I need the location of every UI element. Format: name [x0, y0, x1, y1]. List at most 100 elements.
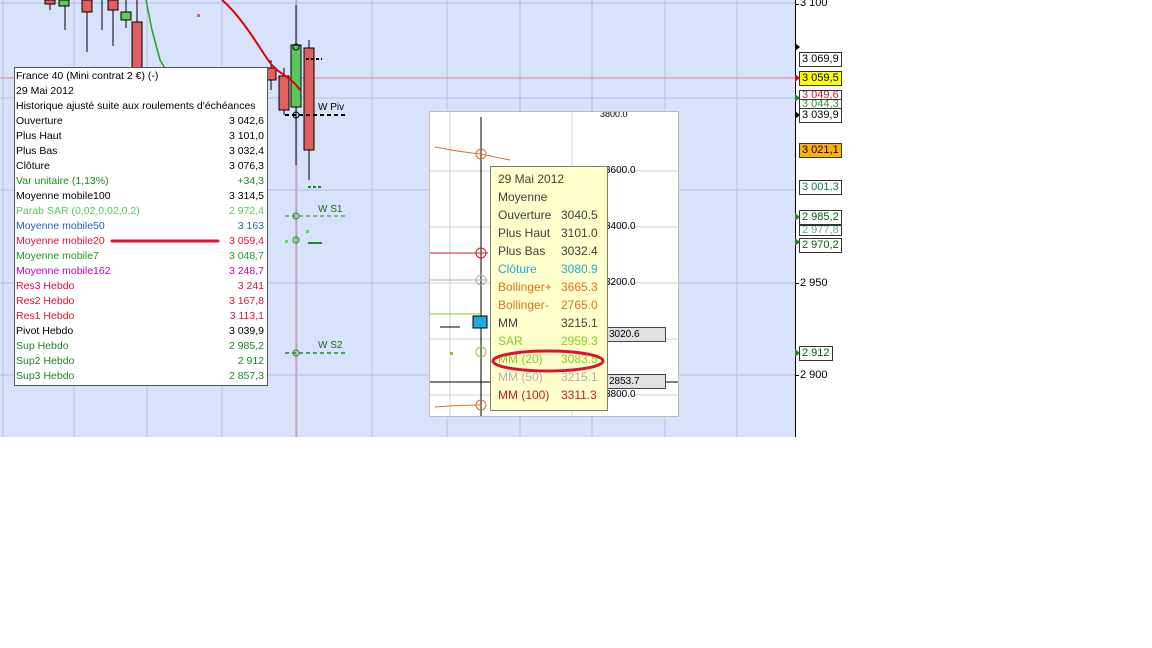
info-row-label: Res1 Hebdo	[16, 310, 75, 322]
tooltip-date: 29 Mai 2012	[498, 172, 565, 186]
price-tag: 3 059,5	[799, 71, 842, 86]
inset-tick-top: 3800.0	[600, 111, 628, 119]
tick-mark	[795, 283, 799, 284]
tooltip-row-value: 3665.3	[561, 280, 598, 294]
tooltip-row-label: MM	[498, 316, 518, 330]
info-row: Moyenne mobile100 3 314,5	[16, 189, 264, 204]
tooltip-row: MM 3215.1	[498, 314, 603, 332]
info-row-label: Res3 Hebdo	[16, 280, 75, 292]
info-row: Sup3 Hebdo 2 857,3	[16, 369, 264, 384]
info-row-value: 3 248,7	[228, 265, 264, 277]
tick-mark	[795, 4, 799, 5]
tooltip-row: Ouverture 3040.5	[498, 206, 603, 224]
price-tag: 2 977,8	[799, 225, 842, 236]
info-panel: France 40 (Mini contrat 2 €) (-) 29 Mai …	[14, 67, 268, 386]
info-row: Res3 Hebdo 3 241	[16, 279, 264, 294]
tooltip-row-label: Bollinger-	[498, 298, 549, 312]
tooltip-row-value: 3215.1	[561, 316, 598, 330]
red-circle-mark	[491, 349, 605, 373]
info-date: 29 Mai 2012	[16, 85, 74, 97]
tooltip-row-label: Ouverture	[498, 208, 552, 222]
tooltip-row-value: 3032.4	[561, 244, 598, 258]
info-row-value: 3 059,4	[228, 235, 264, 247]
label-wpiv: W Piv	[318, 102, 345, 113]
info-row-value: 2 985,2	[228, 340, 264, 352]
info-row-label: Moyenne mobile162	[16, 265, 111, 277]
tick-label: 2 950	[800, 277, 828, 289]
history-note: Historique ajusté suite aux roulements d…	[16, 100, 256, 112]
tooltip-row-value: 3080.9	[561, 262, 598, 276]
info-row: Sup2 Hebdo 2 912	[16, 354, 264, 369]
info-row-value: 3 076,3	[228, 160, 264, 172]
info-row: Moyenne mobile50 3 163	[16, 219, 264, 234]
info-row-label: Moyenne mobile7	[16, 250, 99, 262]
info-row: Moyenne mobile162 3 248,7	[16, 264, 264, 279]
info-row: Plus Haut 3 101,0	[16, 129, 264, 144]
inset-tick: 3400.0	[605, 221, 636, 232]
info-row-value: 2 857,3	[228, 370, 264, 382]
info-row: Res1 Hebdo 3 113,1	[16, 309, 264, 324]
info-row-value: 3 048,7	[228, 250, 264, 262]
info-row-label: Sup3 Hebdo	[16, 370, 75, 382]
inset-price-box: 3020.6	[605, 327, 666, 342]
info-row-value: 3 039,9	[228, 325, 264, 337]
info-row-label: Parab SAR (0,02,0,02,0,2)	[16, 205, 140, 217]
info-row-label: Plus Haut	[16, 130, 62, 142]
tooltip-row: Bollinger+ 3665.3	[498, 278, 603, 296]
info-row: Var unitaire (1,13%) +34,3	[16, 174, 264, 189]
info-row: Clôture 3 076,3	[16, 159, 264, 174]
tooltip-row-label: Plus Bas	[498, 244, 546, 258]
tooltip-row-value: 2765.0	[561, 298, 598, 312]
info-row: Moyenne mobile7 3 048,7	[16, 249, 264, 264]
tooltip-row: Plus Bas 3032.4	[498, 242, 603, 260]
price-tag: 2 985,2	[799, 210, 842, 225]
price-tag: 3 001,3	[799, 180, 842, 195]
info-row-value: 3 101,0	[228, 130, 264, 142]
price-tag: 3 021,1	[799, 143, 842, 158]
info-row: Plus Bas 3 032,4	[16, 144, 264, 159]
tick-label: 3 100	[800, 0, 828, 9]
label-ws2: W S2	[318, 340, 343, 351]
tooltip-row-label: MM (100)	[498, 388, 550, 402]
tooltip: 29 Mai 2012 Moyenne Ouverture 3040.5 Plus …	[490, 166, 608, 411]
info-row-label: Moyenne mobile20	[16, 235, 105, 247]
info-row-label: Clôture	[16, 160, 50, 172]
tooltip-row-value: 3101.0	[561, 226, 598, 240]
inset-tick: 3200.0	[605, 277, 636, 288]
info-row-label: Moyenne mobile50	[16, 220, 105, 232]
info-row-label: Var unitaire (1,13%)	[16, 175, 109, 187]
price-tag: 3 039,9	[799, 108, 842, 123]
info-row-label: Plus Bas	[16, 145, 58, 157]
info-row-label: Ouverture	[16, 115, 63, 127]
info-row-value: 3 032,4	[228, 145, 264, 157]
tag-arrow-icon	[795, 43, 800, 51]
inset-tick: 3800.0	[605, 389, 636, 400]
tooltip-row-label: Clôture	[498, 262, 537, 276]
tooltip-row: MM (100) 3311.3	[498, 386, 603, 404]
tooltip-subtitle: Moyenne	[498, 190, 548, 204]
info-row-label: Res2 Hebdo	[16, 295, 75, 307]
info-row-value: +34,3	[237, 175, 264, 187]
tooltip-row-label: Bollinger+	[498, 280, 552, 294]
info-row-label: Pivot Hebdo	[16, 325, 74, 337]
info-row-value: 3 241	[237, 280, 264, 292]
info-row: Parab SAR (0,02,0,02,0,2) 2 972,4	[16, 204, 264, 219]
info-row-value: 3 314,5	[228, 190, 264, 202]
price-tag: 2 970,2	[799, 238, 842, 253]
info-row-value: 2 912	[237, 355, 264, 367]
info-row-value: 3 113,1	[229, 310, 264, 322]
tooltip-row: Clôture 3080.9	[498, 260, 603, 278]
info-row: Res2 Hebdo 3 167,8	[16, 294, 264, 309]
info-row: Ouverture 3 042,6	[16, 114, 264, 129]
info-row: Pivot Hebdo 3 039,9	[16, 324, 264, 339]
tooltip-row-value: 3040.5	[561, 208, 598, 222]
info-row-value: 3 042,6	[228, 115, 264, 127]
red-underline-mark	[110, 239, 220, 243]
info-row-label: Moyenne mobile100	[16, 190, 111, 202]
price-tag: 2 912	[799, 346, 833, 361]
inset-price-box: 2853.7	[605, 374, 666, 389]
tooltip-row-label: Plus Haut	[498, 226, 551, 240]
instrument-title: France 40 (Mini contrat 2 €) (-)	[16, 70, 159, 82]
inset-tick: 3600.0	[605, 165, 636, 176]
tick-mark	[795, 375, 799, 376]
